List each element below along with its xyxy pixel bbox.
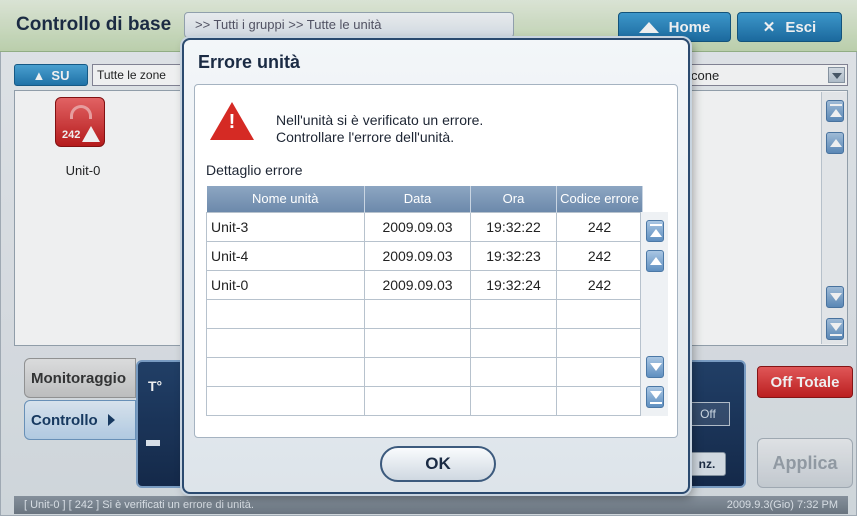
- cell-error-code: 242: [556, 211, 643, 242]
- table-row[interactable]: Unit-4 2009.09.03 19:32:23 242: [206, 240, 643, 271]
- error-table: Nome unità Data Ora Codice errore Unit-3…: [206, 186, 643, 416]
- cell-error-code: 242: [556, 269, 643, 300]
- scroll-bottom-button[interactable]: [646, 386, 664, 408]
- table-header-row: Nome unità Data Ora Codice errore: [206, 186, 643, 212]
- column-header-time: Ora: [470, 186, 557, 212]
- scroll-down-button[interactable]: [646, 356, 664, 378]
- cell-date: 2009.09.03: [364, 211, 471, 242]
- table-row: [206, 327, 643, 358]
- error-message: Nell'unità si è verificato un errore. Co…: [276, 112, 483, 146]
- ok-button[interactable]: OK: [380, 446, 496, 482]
- error-message-line1: Nell'unità si è verificato un errore.: [276, 112, 484, 128]
- warning-icon: !: [210, 102, 254, 140]
- cell-date: 2009.09.03: [364, 269, 471, 300]
- scroll-up-button[interactable]: [646, 250, 664, 272]
- scroll-top-button[interactable]: [646, 220, 664, 242]
- error-detail-label: Dettaglio errore: [206, 162, 303, 178]
- error-message-line2: Controllare l'errore dell'unità.: [276, 129, 455, 145]
- cell-time: 19:32:24: [470, 269, 557, 300]
- column-header-date: Data: [364, 186, 471, 212]
- table-row[interactable]: Unit-0 2009.09.03 19:32:24 242: [206, 269, 643, 300]
- cell-unit-name: Unit-4: [206, 240, 365, 271]
- cell-time: 19:32:22: [470, 211, 557, 242]
- dialog-title: Errore unità: [198, 52, 301, 72]
- error-dialog: Errore unità ! Nell'unità si è verificat…: [182, 38, 690, 494]
- table-row: [206, 356, 643, 387]
- column-header-unit-name: Nome unità: [206, 186, 365, 212]
- cell-time: 19:32:23: [470, 240, 557, 271]
- cell-unit-name: Unit-3: [206, 211, 365, 242]
- error-table-scrollbar[interactable]: [640, 212, 668, 416]
- table-row: [206, 385, 643, 416]
- cell-unit-name: Unit-0: [206, 269, 365, 300]
- column-header-error-code: Codice errore: [556, 186, 643, 212]
- table-row[interactable]: Unit-3 2009.09.03 19:32:22 242: [206, 211, 643, 242]
- table-row: [206, 298, 643, 329]
- cell-date: 2009.09.03: [364, 240, 471, 271]
- cell-error-code: 242: [556, 240, 643, 271]
